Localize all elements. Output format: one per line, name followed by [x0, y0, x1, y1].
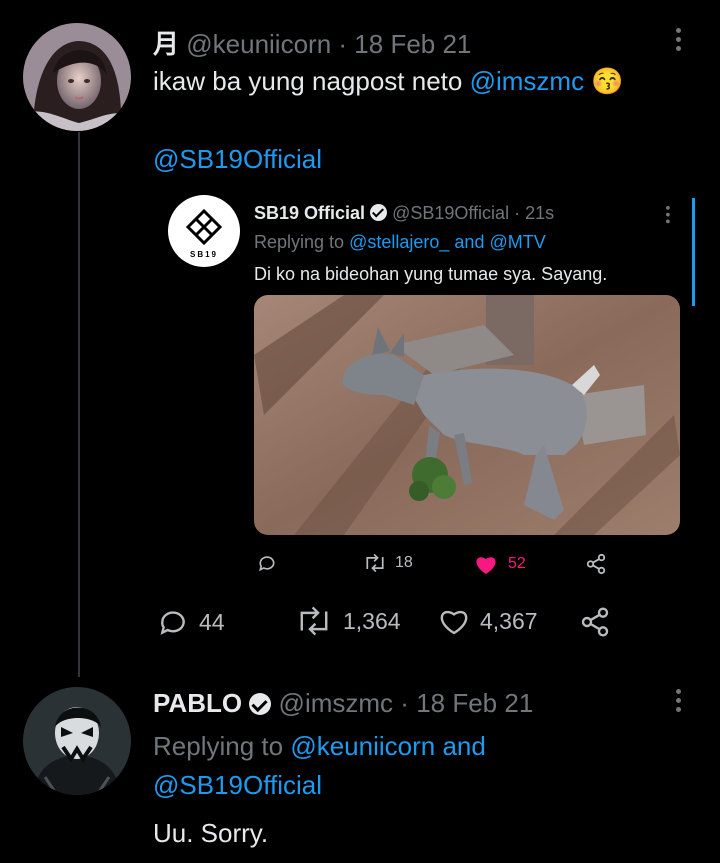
tweet1-display-name[interactable]: 月: [153, 29, 179, 59]
tweet1-retweet-button[interactable]: 1,364: [295, 606, 401, 636]
quoted-more-icon[interactable]: [666, 206, 671, 226]
tweet1-separator: ·: [338, 29, 348, 59]
more-icon[interactable]: [676, 689, 682, 716]
tweet1-body: ikaw ba yung nagpost neto: [153, 66, 463, 96]
reply-icon: [160, 611, 185, 635]
quoted-retweet-count: 18: [395, 554, 413, 571]
tweet2-replying-line1: Replying to @keuniicorn and: [153, 731, 486, 762]
tweet1-mention[interactable]: @imszmc: [470, 66, 585, 96]
kissing-emoji: 😚: [591, 66, 624, 96]
like-icon: [476, 557, 496, 574]
share-icon: [581, 607, 609, 637]
tweet2-replying-to2[interactable]: @SB19Official: [153, 770, 322, 801]
deer-photo[interactable]: [254, 295, 680, 535]
tweet1-share-button[interactable]: [579, 606, 611, 643]
tweet2-replying-and: and: [442, 731, 486, 761]
svg-text:SB19: SB19: [190, 250, 218, 259]
retweet-icon: [300, 606, 328, 636]
retweet-icon: [366, 553, 384, 573]
quoted-header: SB19 Official @SB19Official · 21s: [254, 203, 554, 224]
tweet1-reply-count: 44: [199, 608, 225, 635]
quoted-separator: ·: [514, 203, 521, 223]
quoted-text: Di ko na bideohan yung tumae sya. Sayang…: [254, 264, 608, 284]
quote-accent-bar: [692, 198, 695, 306]
tweet2-date[interactable]: 18 Feb 21: [416, 688, 533, 718]
tweet1-text: ikaw ba yung nagpost neto @imszmc 😚: [153, 66, 624, 97]
quoted-share-button[interactable]: [585, 553, 607, 580]
quoted-retweet-button[interactable]: 18: [363, 553, 413, 573]
tweet1-retweet-count: 1,364: [343, 607, 401, 634]
quoted-replying-and: and: [454, 232, 485, 252]
tweet1-like-count: 4,367: [480, 607, 538, 634]
verified-badge-icon: [249, 693, 272, 715]
quoted-replying-to2[interactable]: @MTV: [489, 232, 545, 252]
sb19-logo-icon: SB19: [185, 208, 223, 259]
thread-line: [78, 132, 80, 677]
quoted-like-count: 52: [508, 555, 526, 572]
tweet1-reply-button[interactable]: 44: [157, 606, 225, 638]
quoted-reply-button[interactable]: [257, 553, 277, 578]
quoted-replying: Replying to @stellajero_ and @MTV: [254, 232, 546, 253]
avatar-sb19[interactable]: SB19: [168, 195, 240, 267]
tweet1-handle[interactable]: @keuniicorn: [186, 29, 331, 59]
avatar-keuniicorn[interactable]: [23, 23, 131, 131]
tweet2-handle[interactable]: @imszmc: [279, 688, 394, 718]
share-icon: [586, 553, 606, 575]
quoted-display-name[interactable]: SB19 Official: [254, 203, 365, 223]
avatar-imszmc[interactable]: [23, 687, 131, 795]
tweet2-text: Uu. Sorry.: [153, 818, 269, 848]
tweet1-date[interactable]: 18 Feb 21: [354, 29, 471, 59]
tweet1-mention2[interactable]: @SB19Official: [153, 144, 322, 175]
verified-badge-icon: [370, 204, 388, 221]
quoted-like-button[interactable]: 52: [474, 553, 526, 575]
quoted-replying-to1[interactable]: @stellajero_: [349, 232, 449, 252]
tweet1-like-button[interactable]: 4,367: [438, 606, 538, 636]
reply-icon: [259, 556, 275, 572]
more-icon[interactable]: [676, 28, 682, 55]
tweet2-separator: ·: [400, 688, 409, 718]
tweet2-replying-prefix: Replying to: [153, 731, 284, 761]
like-icon: [440, 610, 468, 635]
quoted-time[interactable]: 21s: [525, 203, 554, 223]
tweet2-display-name[interactable]: PABLO: [153, 688, 242, 718]
tweet1-header: 月 @keuniicorn · 18 Feb 21: [153, 24, 471, 61]
quoted-replying-prefix: Replying to: [254, 232, 345, 252]
tweet2-header: PABLO @imszmc · 18 Feb 21: [153, 688, 533, 719]
quoted-handle[interactable]: @SB19Official: [392, 203, 509, 223]
tweet2-replying-to1[interactable]: @keuniicorn: [290, 731, 435, 761]
